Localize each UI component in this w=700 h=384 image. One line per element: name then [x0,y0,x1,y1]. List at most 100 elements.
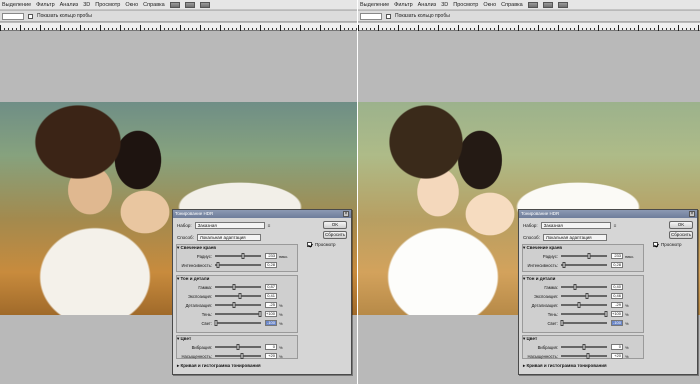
zoom-level-icon[interactable] [527,1,538,8]
saturation-slider[interactable] [561,353,607,359]
saturation-value-field[interactable]: +20 [611,353,623,359]
saturation-value-field[interactable]: +20 [265,353,277,359]
gamma-slider[interactable] [561,284,607,290]
close-icon[interactable]: × [343,211,349,217]
vibrance-slider-thumb[interactable] [582,344,586,350]
shadow-value-field[interactable]: +100 [265,311,277,317]
zoom-level-icon[interactable] [169,1,180,8]
radius-slider-thumb[interactable] [241,253,245,259]
exposure-slider-thumb[interactable] [585,293,589,299]
exposure-slider[interactable] [215,293,261,299]
edge-glow-header[interactable]: ▾ Свечение краев [177,245,216,251]
edge-glow-header[interactable]: ▾ Свечение краев [523,245,562,251]
detail-slider[interactable] [561,302,607,308]
detail-value-field[interactable]: -25 [265,302,277,308]
shadow-slider[interactable] [561,311,608,317]
arrange-documents-icon[interactable] [542,1,553,8]
tone-detail-header[interactable]: ▾ Тон и детали [177,276,209,282]
saturation-slider-thumb[interactable] [586,353,590,359]
arrange-documents-icon[interactable] [184,1,195,8]
menu-3d[interactable]: 3D [83,2,90,8]
detail-slider[interactable] [215,302,261,308]
detail-value-field[interactable]: -29 [611,302,623,308]
highlight-slider[interactable] [214,320,261,326]
dialog-titlebar[interactable]: Тонирование HDR × [519,210,697,218]
strength-slider-thumb[interactable] [562,262,566,268]
shadow-slider[interactable] [215,311,262,317]
highlight-value-field[interactable]: -100 [265,320,277,326]
exposure-value-field[interactable]: 0,41 [265,293,277,299]
menu-filter[interactable]: Фильтр [394,2,412,8]
method-select[interactable]: Локальная адаптация [196,234,261,241]
saturation-slider-thumb[interactable] [240,353,244,359]
preview-checkbox[interactable] [653,242,658,247]
strength-slider[interactable] [561,262,607,268]
menu-selection[interactable]: Выделение [2,2,31,8]
gamma-slider-thumb[interactable] [232,284,236,290]
menu-view[interactable]: Просмотр [453,2,478,8]
menu-selection[interactable]: Выделение [360,2,389,8]
screen-mode-icon[interactable] [557,1,568,8]
radius-value-field[interactable]: 233 [265,253,277,259]
menu-window[interactable]: Окно [483,2,496,8]
radius-value-field[interactable]: 233 [611,253,623,259]
highlight-slider-thumb[interactable] [560,320,564,326]
exposure-slider-thumb[interactable] [238,293,242,299]
close-icon[interactable]: × [689,211,695,217]
detail-slider-thumb[interactable] [232,302,236,308]
menu-filter[interactable]: Фильтр [36,2,54,8]
preset-select[interactable]: Заказная [194,222,265,229]
gamma-value-field[interactable]: 0,87 [265,284,277,290]
gamma-slider[interactable] [215,284,261,290]
curve-histogram-header[interactable]: ▸ Кривая и гистограмма тонирования [523,363,607,369]
strength-value-field[interactable]: 0,28 [265,262,277,268]
strength-slider[interactable] [215,262,261,268]
sample-size-field[interactable] [360,12,382,20]
saturation-slider[interactable] [215,353,261,359]
exposure-value-field[interactable]: 0,46 [611,293,623,299]
radius-slider[interactable] [215,253,261,259]
method-select[interactable]: Локальная адаптация [542,234,607,241]
show-sampling-ring-checkbox[interactable] [28,13,33,19]
exposure-slider[interactable] [561,293,607,299]
menu-help[interactable]: Справка [501,2,523,8]
detail-slider-thumb[interactable] [577,302,581,308]
radius-slider[interactable] [561,253,607,259]
menu-3d[interactable]: 3D [441,2,448,8]
vibrance-slider[interactable] [215,344,261,350]
preset-menu-icon[interactable]: ≡ [268,223,271,228]
menu-analysis[interactable]: Анализ [60,2,79,8]
preset-select[interactable]: Заказная [540,222,611,229]
ok-button[interactable]: OK [669,221,693,229]
vibrance-value-field[interactable]: 0 [611,344,623,350]
preset-menu-icon[interactable]: ≡ [614,223,617,228]
preview-checkbox[interactable] [307,242,312,247]
dialog-titlebar[interactable]: Тонирование HDR × [173,210,351,218]
shadow-slider-thumb[interactable] [604,311,608,317]
strength-slider-thumb[interactable] [216,262,220,268]
vibrance-slider-thumb[interactable] [236,344,240,350]
tone-detail-header[interactable]: ▾ Тон и детали [523,276,555,282]
gamma-value-field[interactable]: 0,40 [611,284,623,290]
vibrance-slider[interactable] [561,344,607,350]
menu-view[interactable]: Просмотр [95,2,120,8]
radius-slider-thumb[interactable] [587,253,591,259]
curve-histogram-header[interactable]: ▸ Кривая и гистограмма тонирования [177,363,261,369]
menu-help[interactable]: Справка [143,2,165,8]
shadow-value-field[interactable]: +100 [611,311,623,317]
sample-size-field[interactable] [2,12,24,20]
color-header[interactable]: ▾ Цвет [523,336,537,342]
ok-button[interactable]: OK [323,221,347,229]
reset-button[interactable]: Сбросить [669,231,693,239]
gamma-slider-thumb[interactable] [573,284,577,290]
menu-analysis[interactable]: Анализ [418,2,437,8]
reset-button[interactable]: Сбросить [323,231,347,239]
show-sampling-ring-checkbox[interactable] [386,13,391,19]
vibrance-value-field[interactable]: 0 [265,344,277,350]
color-header[interactable]: ▾ Цвет [177,336,191,342]
shadow-slider-thumb[interactable] [258,311,262,317]
screen-mode-icon[interactable] [199,1,210,8]
highlight-slider[interactable] [560,320,607,326]
highlight-slider-thumb[interactable] [214,320,218,326]
strength-value-field[interactable]: 0,28 [611,262,623,268]
